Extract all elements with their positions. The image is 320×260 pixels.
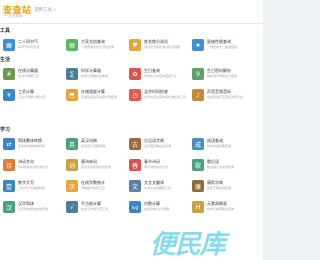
- watermark-logo: 便民库: [150, 230, 226, 260]
- tool-card[interactable]: 壹数字大写 人民币大写金额转换: [3, 179, 66, 194]
- element-icon: H: [192, 201, 204, 213]
- document-icon: ▤: [66, 39, 78, 51]
- tool-description: 一键查询十二星座性格: [207, 45, 238, 49]
- tool-description: 康熙字典在线查询: [207, 186, 232, 190]
- scroll-icon: 词: [66, 159, 78, 171]
- tool-description: 在线对数log计算器: [144, 207, 170, 211]
- tool-card[interactable]: ∑ 科学计算器 科学计算器在线使用: [66, 67, 129, 82]
- tool-description: 在线查询汉字音标对照大全: [207, 95, 244, 99]
- calendar-icon: ▦: [3, 39, 15, 51]
- book-icon: 古: [129, 138, 141, 150]
- cake-icon: ✿: [129, 68, 141, 80]
- idiom-icon: 成: [192, 138, 204, 150]
- calculator-icon: #: [3, 68, 15, 80]
- site-logo-subtitle: 一 天天查询: [4, 14, 23, 18]
- tool-description: 科学计算器在线使用: [81, 74, 109, 78]
- tool-description: 在线平方根计算工具: [81, 207, 109, 211]
- section-title: 生活: [0, 57, 11, 63]
- tool-card[interactable]: 词唐诗宋词 唐诗宋词名句在线查询: [66, 158, 129, 173]
- section-title: 学习: [0, 127, 11, 133]
- tool-card[interactable]: ♪ 声音音频音标 在线查询汉字音标对照大全: [192, 88, 255, 103]
- tool-description: 人民币大写金额转换: [18, 186, 46, 190]
- dictionary-icon: 英: [66, 138, 78, 150]
- tool-description: 古汉语字典在线查询: [144, 144, 172, 148]
- tool-card[interactable]: ✿ 生日查询 查询生日对应的星座日子: [129, 67, 192, 82]
- tool-card[interactable]: 文文言文翻译 文言文在线翻译工具: [129, 179, 192, 194]
- book-icon: 康: [192, 180, 204, 192]
- tool-card[interactable]: # 在线计算器 在线计算器工具: [3, 67, 66, 82]
- tool-description: 解析属于你的生日密码: [207, 74, 238, 78]
- tool-card[interactable]: 英英汉词典 在线英汉词典查询: [66, 137, 129, 152]
- tool-description: 查询生日对应的星座日子: [144, 74, 178, 78]
- count-icon: 字: [66, 180, 78, 192]
- tool-card[interactable]: ◷ 北京时间检查 北京时间北京时间标准在线工具: [129, 88, 192, 103]
- number-icon: 壹: [3, 180, 15, 192]
- tool-card[interactable]: 康康熙字典 康熙字典在线查询: [192, 179, 255, 194]
- tool-card[interactable]: 9 生日密码解析 解析属于你的生日密码: [192, 67, 255, 82]
- tool-card[interactable]: 成成语查询 在线成语词典查询: [192, 137, 255, 152]
- tool-description: 24节气时间查询: [18, 45, 40, 49]
- nav-menu[interactable]: 常用工具 ˅: [34, 7, 56, 13]
- tool-card[interactable]: 古古汉语字典 古汉语字典在线查询: [129, 137, 192, 152]
- tool-card[interactable]: 汉汉字简体 汉字简体繁体在线查询: [3, 200, 66, 215]
- convert-icon: ⇄: [3, 138, 15, 150]
- character-icon: 汉: [3, 201, 15, 213]
- tool-description: 北京时间北京时间标准在线工具: [144, 95, 187, 99]
- tool-description: 在线英汉词典查询: [81, 144, 106, 148]
- clock-icon: ◷: [129, 89, 141, 101]
- heart-icon: ♥: [129, 39, 141, 51]
- number-icon: 9: [192, 68, 204, 80]
- quote-icon: 歇: [192, 159, 204, 171]
- tool-card[interactable]: ▤ 大家文创查询 一键查询文创全方位查询: [66, 38, 129, 53]
- tool-card[interactable]: √ 平方根计算 在线平方根计算工具: [66, 200, 129, 215]
- top-bar: 查查站 一 天天查询 常用工具 ˅: [0, 0, 263, 24]
- tool-description: 字数统计在线工具: [81, 186, 106, 190]
- tool-card[interactable]: 春春节诗词 春节诗句在线大全: [129, 158, 192, 173]
- tool-description: 唐诗宋词名句在线查询: [81, 165, 112, 169]
- section-title: 工具: [0, 28, 11, 34]
- money-icon: ¥: [3, 89, 15, 101]
- tool-description: 春节诗句在线大全: [144, 165, 169, 169]
- tool-description: 存储设备读写速度计算结果: [81, 95, 118, 99]
- translate-icon: 文: [129, 180, 141, 192]
- tool-card[interactable]: ¥ 工资计算 工资计算器个税计算: [3, 88, 66, 103]
- tool-description: 在线计算器工具: [18, 74, 40, 78]
- tool-card[interactable]: 诗诗词名句 诗词名句在线查询大全: [3, 158, 66, 173]
- tool-description: 诗词名句在线查询大全: [18, 165, 49, 169]
- tool-card[interactable]: H 元素周期表 化学元素周期表查询: [192, 200, 255, 215]
- tool-card[interactable]: 歇歇后语 歇后语大全在线查询: [192, 158, 255, 173]
- log-icon: log: [129, 201, 141, 213]
- tool-card[interactable]: ⇄ 简体繁体转换 在线将简体繁体转换: [3, 137, 66, 152]
- tool-card[interactable]: ▦ 二十四节气 24节气时间查询: [3, 38, 66, 53]
- tool-card[interactable]: log 对数计算 在线对数log计算器: [129, 200, 192, 215]
- tool-card[interactable]: ⬒ 存储速度计算 存储设备读写速度计算结果: [66, 88, 129, 103]
- tool-description: 文言文在线翻译工具: [144, 186, 172, 190]
- poem-icon: 诗: [3, 159, 15, 171]
- tool-description: 一键查询文创全方位查询: [81, 45, 115, 49]
- tool-card[interactable]: ★ 星座性格查询 一键查询十二星座性格: [192, 38, 255, 53]
- tool-description: 在线将简体繁体转换: [18, 144, 46, 148]
- tool-description: 歇后语大全在线查询: [207, 165, 235, 169]
- calculator-icon: ∑: [66, 68, 78, 80]
- tool-description: 在线成语词典查询: [207, 144, 232, 148]
- disk-icon: ⬒: [66, 89, 78, 101]
- tool-card[interactable]: 字在线字数统计 字数统计在线工具: [66, 179, 129, 194]
- tool-description: 化学元素周期表查询: [207, 207, 235, 211]
- tool-card[interactable]: ♥ 姓名缘分测试 通过双方姓名测试配对指数: [129, 38, 192, 53]
- tool-description: 工资计算器个税计算: [18, 95, 46, 99]
- audio-icon: ♪: [192, 89, 204, 101]
- lantern-icon: 春: [129, 159, 141, 171]
- tool-description: 汉字简体繁体在线查询: [18, 207, 49, 211]
- star-icon: ★: [192, 39, 204, 51]
- sqrt-icon: √: [66, 201, 78, 213]
- tool-description: 通过双方姓名测试配对指数: [144, 45, 181, 49]
